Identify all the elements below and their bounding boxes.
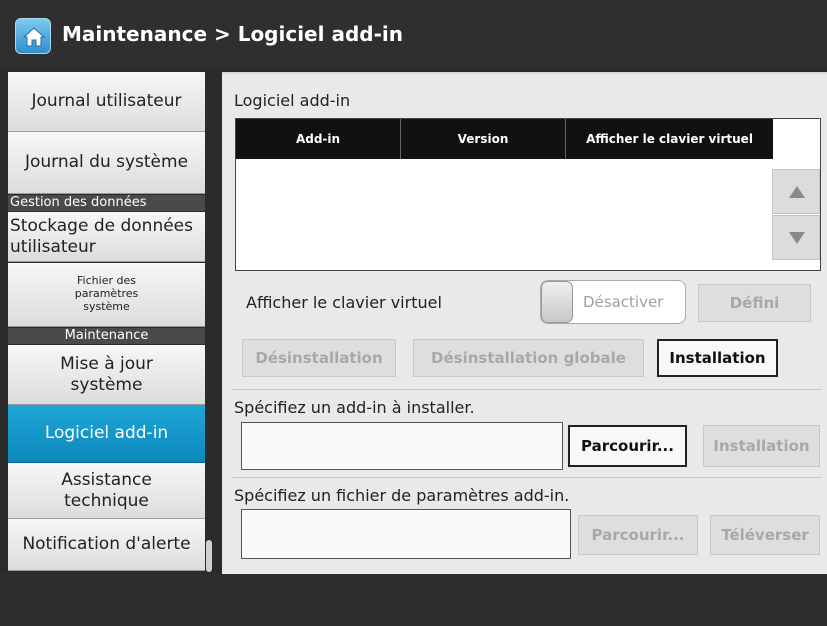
arrow-down-icon — [789, 232, 805, 244]
column-header-version: Version — [401, 119, 566, 159]
sidebar-item-journal-systeme[interactable]: Journal du système — [8, 132, 205, 194]
install-file-button[interactable]: Installation — [703, 425, 820, 467]
set-button[interactable]: Défini — [698, 284, 811, 322]
install-button[interactable]: Installation — [657, 339, 778, 377]
divider — [232, 477, 822, 478]
sidebar-item-mise-a-jour[interactable]: Mise à jour système — [8, 345, 205, 405]
arrow-up-icon — [789, 186, 805, 198]
sidebar-item-label: Journal du système — [24, 152, 189, 173]
install-section-label: Spécifiez un add-in à installer. — [234, 398, 475, 417]
uninstall-all-button[interactable]: Désinstallation globale — [413, 339, 644, 377]
section-title: Logiciel add-in — [234, 91, 351, 110]
toggle-knob — [541, 281, 573, 323]
sidebar-item-label: Assistance technique — [61, 470, 152, 511]
divider — [232, 389, 822, 390]
sidebar-section-gestion-donnees: Gestion des données — [8, 195, 205, 211]
addin-table: Add-in Version Afficher le clavier virtu… — [235, 118, 821, 271]
table-header: Add-in Version Afficher le clavier virtu… — [236, 119, 773, 159]
sidebar-item-label: Mise à jour système — [60, 354, 153, 395]
sidebar-item-label: Journal utilisateur — [31, 91, 182, 112]
toggle-label: Désactiver — [583, 293, 664, 311]
sidebar-item-label: Notification d'alerte — [22, 534, 191, 555]
page-title: Maintenance > Logiciel add-in — [62, 22, 403, 46]
settings-file-input[interactable] — [241, 509, 571, 559]
addin-file-input[interactable] — [241, 422, 563, 470]
sidebar-item-fichier-parametres[interactable]: Fichier des paramètres système — [8, 263, 205, 327]
upload-button[interactable]: Téléverser — [710, 515, 820, 555]
column-header-addin: Add-in — [236, 119, 401, 159]
sidebar-scrollbar[interactable] — [206, 540, 212, 572]
keyboard-label: Afficher le clavier virtuel — [246, 293, 442, 312]
scroll-down-button[interactable] — [772, 215, 820, 260]
header-bar: Maintenance > Logiciel add-in — [0, 0, 827, 70]
sidebar-item-label: Logiciel add-in — [44, 423, 169, 444]
sidebar-item-logiciel-addin[interactable]: Logiciel add-in — [8, 405, 205, 463]
browse-addin-button[interactable]: Parcourir... — [568, 425, 687, 467]
sidebar-item-journal-utilisateur[interactable]: Journal utilisateur — [8, 72, 205, 132]
column-header-clavier: Afficher le clavier virtuel — [586, 132, 753, 146]
uninstall-button[interactable]: Désinstallation — [242, 339, 396, 377]
keyboard-toggle[interactable]: Désactiver — [540, 280, 686, 324]
sidebar-section-maintenance: Maintenance — [8, 328, 205, 344]
table-scrollbar — [772, 159, 820, 270]
browse-settings-button[interactable]: Parcourir... — [578, 515, 698, 555]
sidebar-item-stockage-donnees[interactable]: Stockage de données utilisateur — [8, 212, 205, 262]
home-icon — [22, 27, 46, 47]
sidebar-item-label: Fichier des paramètres système — [74, 274, 139, 313]
sidebar-item-label: Stockage de données utilisateur — [10, 216, 193, 257]
home-button[interactable] — [15, 18, 51, 54]
sidebar-item-notification[interactable]: Notification d'alerte — [8, 519, 205, 571]
sidebar: Journal utilisateur Journal du système G… — [8, 70, 214, 572]
main-panel: Logiciel add-in Add-in Version Afficher … — [222, 72, 827, 574]
footer-bar — [0, 574, 827, 626]
scroll-up-button[interactable] — [772, 169, 820, 214]
settings-section-label: Spécifiez un fichier de paramètres add-i… — [234, 486, 570, 505]
sidebar-item-assistance[interactable]: Assistance technique — [8, 463, 205, 519]
